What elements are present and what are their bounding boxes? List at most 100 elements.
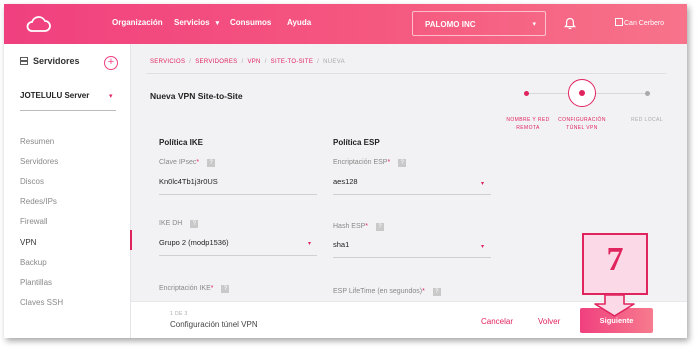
ike-dh-label: IKE DH?	[159, 220, 199, 228]
top-navbar: Organización Servicios ▾ Consumos Ayuda P…	[4, 4, 687, 44]
step-counter: 1 DE 3	[170, 311, 188, 317]
chevron-down-icon[interactable]: ▾	[481, 180, 484, 187]
ike-section-title: Política IKE	[159, 138, 204, 147]
step-dot-done	[524, 91, 529, 96]
organization-select[interactable]: PALOMO INC ▾	[412, 11, 546, 36]
help-icon[interactable]: ?	[432, 288, 441, 296]
sidebar-title: Servidores	[20, 56, 80, 66]
ipsec-key-label-text: Clave IPsec	[159, 159, 197, 166]
bell-icon[interactable]	[564, 17, 576, 30]
ipsec-key-label: Clave IPsec*?	[159, 159, 216, 167]
step-label-line: TÚNEL VPN	[566, 125, 598, 131]
divider	[20, 110, 116, 111]
step-callout: 7	[582, 233, 648, 295]
step-dot-current	[568, 79, 596, 107]
sidebar-title-label: Servidores	[33, 56, 80, 66]
breadcrumb-current: NUEVA	[323, 59, 345, 65]
chevron-down-icon: ▾	[532, 21, 536, 28]
stepper-line	[526, 93, 568, 94]
field-underline	[333, 257, 491, 258]
ipsec-key-input[interactable]: Kn0lc4Tb1j3r0US	[159, 177, 218, 186]
breadcrumb-separator: /	[241, 59, 244, 65]
required-mark: *	[196, 159, 200, 166]
nav-organizacion[interactable]: Organización	[112, 18, 163, 27]
user-avatar[interactable]: Can Cerbero	[615, 18, 664, 27]
help-icon[interactable]: ?	[376, 223, 385, 231]
esp-lifetime-label-text: ESP LifeTime (en segundos)	[333, 288, 423, 295]
stepper-line	[596, 93, 646, 94]
breadcrumb-servicios[interactable]: SERVICIOS	[150, 59, 185, 65]
breadcrumb-site-to-site[interactable]: SITE-TO-SITE	[271, 59, 314, 65]
esp-section-title: Política ESP	[333, 138, 380, 147]
step-label-nombre: NOMBRE Y RED REMOTA	[504, 116, 552, 132]
sidebar-item-firewall[interactable]: Firewall	[20, 217, 48, 226]
sidebar-item-claves-ssh[interactable]: Claves SSH	[20, 298, 63, 307]
required-mark: *	[387, 159, 391, 166]
sidebar-item-vpn[interactable]: VPN	[20, 238, 36, 247]
required-mark: *	[210, 285, 214, 292]
arrow-down-icon	[594, 295, 635, 317]
sidebar-item-plantillas[interactable]: Plantillas	[20, 278, 52, 287]
required-mark: *	[365, 223, 369, 230]
chevron-down-icon[interactable]: ▾	[308, 240, 311, 247]
page-title: Nueva VPN Site-to-Site	[150, 91, 243, 101]
ike-dh-select[interactable]: Grupo 2 (modp1536)	[159, 238, 229, 247]
ike-dh-label-text: IKE DH	[159, 220, 183, 227]
nav-ayuda[interactable]: Ayuda	[287, 18, 311, 27]
step-dot-inner	[579, 90, 585, 96]
field-underline	[159, 194, 317, 195]
help-icon[interactable]: ?	[207, 159, 216, 167]
organization-select-value: PALOMO INC	[425, 20, 476, 29]
esp-encryption-label-text: Encriptación ESP	[333, 159, 388, 166]
nav-servicios-label: Servicios	[174, 18, 210, 27]
step-label-line: RED LOCAL	[631, 117, 663, 123]
cloud-icon[interactable]	[25, 15, 51, 33]
cancel-button[interactable]: Cancelar	[481, 317, 513, 326]
divider	[146, 73, 666, 74]
sidebar: Servidores + JOTELULU Server ▾ Resumen S…	[4, 44, 132, 338]
add-server-button[interactable]: +	[104, 56, 118, 70]
ike-encryption-label: Encriptación IKE*?	[159, 285, 230, 293]
esp-encryption-label: Encriptación ESP*?	[333, 159, 407, 167]
step-label-red-local: RED LOCAL	[626, 116, 668, 124]
avatar-alt-text: Can Cerbero	[624, 20, 665, 27]
esp-hash-select[interactable]: sha1	[333, 240, 349, 249]
server-select[interactable]: JOTELULU Server	[20, 91, 89, 100]
server-icon	[20, 57, 28, 65]
step-label-configuracion: CONFIGURACIÓN TÚNEL VPN	[556, 116, 608, 132]
chevron-down-icon[interactable]: ▾	[481, 243, 484, 250]
sidebar-item-resumen[interactable]: Resumen	[20, 137, 54, 146]
esp-lifetime-label: ESP LifeTime (en segundos)*?	[333, 288, 441, 296]
field-underline	[159, 255, 317, 256]
breadcrumb-separator: /	[189, 59, 192, 65]
help-icon[interactable]: ?	[398, 159, 407, 167]
sidebar-item-backup[interactable]: Backup	[20, 258, 47, 267]
breadcrumb-vpn[interactable]: VPN	[247, 59, 260, 65]
help-icon[interactable]: ?	[190, 220, 199, 228]
callout-number: 7	[606, 241, 624, 278]
breadcrumb-separator: /	[317, 59, 320, 65]
step-name: Configuración túnel VPN	[170, 320, 258, 329]
nav-servicios[interactable]: Servicios ▾	[174, 18, 219, 27]
chevron-down-icon: ▾	[215, 20, 220, 27]
sidebar-item-redes-ips[interactable]: Redes/IPs	[20, 197, 57, 206]
esp-encryption-select[interactable]: aes128	[333, 177, 358, 186]
step-label-line: REMOTA	[516, 125, 540, 131]
breadcrumb-separator: /	[264, 59, 267, 65]
wizard-stepper: NOMBRE Y RED REMOTA CONFIGURACIÓN TÚNEL …	[506, 79, 663, 139]
step-label-line: CONFIGURACIÓN	[558, 117, 606, 123]
active-indicator	[130, 230, 132, 250]
step-dot-pending	[645, 91, 650, 96]
ike-encryption-label-text: Encriptación IKE	[159, 285, 211, 292]
nav-consumos[interactable]: Consumos	[230, 18, 271, 27]
back-button[interactable]: Volver	[538, 317, 560, 326]
sidebar-item-discos[interactable]: Discos	[20, 177, 44, 186]
avatar-image-icon	[615, 18, 623, 26]
field-underline	[333, 194, 491, 195]
breadcrumb-servidores[interactable]: SERVIDORES	[195, 59, 237, 65]
help-icon[interactable]: ?	[221, 285, 230, 293]
chevron-down-icon[interactable]: ▾	[109, 92, 113, 100]
sidebar-item-servidores[interactable]: Servidores	[20, 157, 58, 166]
esp-hash-label: Hash ESP*?	[333, 223, 385, 231]
required-mark: *	[422, 288, 425, 295]
